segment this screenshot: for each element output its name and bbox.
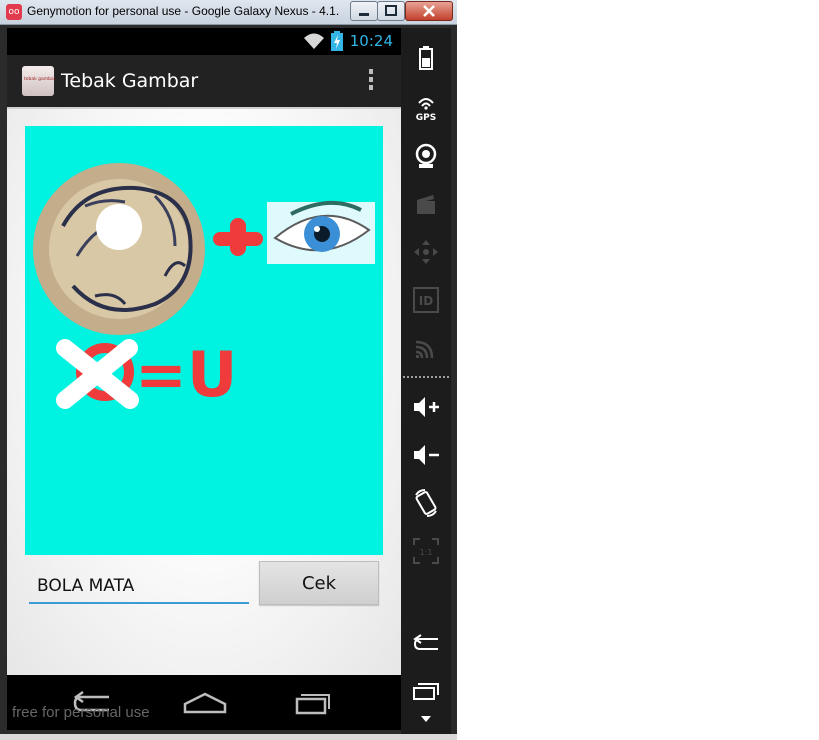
close-button[interactable] [405, 1, 453, 21]
volume-up-icon [414, 397, 439, 417]
minimize-button[interactable] [350, 1, 378, 21]
nav-bar [7, 675, 401, 730]
device-id-widget-button: ID [401, 282, 451, 318]
volume-up-button[interactable] [401, 389, 451, 425]
recent-apps-icon[interactable] [293, 689, 333, 717]
home-icon[interactable] [183, 690, 227, 716]
crossed-o-icon [56, 339, 139, 409]
battery-charging-icon [331, 31, 343, 51]
side-menu-button[interactable] [401, 704, 451, 734]
rotate-button[interactable] [401, 485, 451, 521]
plus-icon [213, 218, 263, 256]
capture-widget-button [401, 186, 451, 222]
side-back-button[interactable] [401, 625, 451, 661]
webcam-icon [415, 143, 437, 168]
dpad-widget-button [401, 234, 451, 270]
battery-icon [419, 46, 433, 70]
svg-text:ID: ID [419, 294, 433, 308]
svg-text:1:1: 1:1 [420, 548, 433, 557]
recent-apps-icon [413, 683, 439, 700]
maximize-button[interactable] [377, 1, 405, 21]
window-bottom-edge [0, 734, 457, 740]
action-bar: tebak gambar Tebak Gambar [7, 55, 401, 109]
panel-separator [403, 376, 449, 378]
battery-widget-button[interactable] [401, 40, 451, 76]
wifi-icon [304, 33, 324, 49]
cast-widget-button [401, 330, 451, 366]
overflow-menu-icon[interactable] [365, 69, 377, 95]
back-icon [413, 634, 438, 650]
maximize-icon [385, 5, 397, 16]
volume-down-icon [414, 445, 439, 465]
donut-cake-icon [33, 163, 205, 335]
close-icon [423, 5, 435, 17]
pixel-scale-icon: 1:1 [413, 538, 439, 564]
app-title: Tebak Gambar [61, 70, 199, 92]
app-logo-text: tebak gambar [24, 77, 56, 82]
svg-text:GPS: GPS [416, 113, 436, 121]
pixel-scale-button: 1:1 [401, 533, 451, 569]
status-clock: 10:24 [349, 32, 393, 50]
webcam-widget-button[interactable] [401, 138, 451, 174]
gps-widget-button[interactable]: GPS [401, 90, 451, 126]
window-titlebar[interactable]: oo Genymotion for personal use - Google … [0, 0, 457, 25]
cek-button[interactable]: Cek [259, 561, 379, 605]
clapper-icon [417, 195, 435, 214]
cast-icon [415, 340, 434, 359]
status-bar: 10:24 [7, 28, 401, 55]
app-logo[interactable]: tebak gambar [22, 66, 56, 96]
genymotion-side-panel: GPS ID 1:1 [401, 28, 451, 734]
puzzle-rule-text: =U [135, 338, 237, 411]
volume-down-button[interactable] [401, 437, 451, 473]
id-icon: ID [413, 287, 439, 313]
genymotion-logo-icon: oo [6, 4, 22, 20]
dpad-icon [414, 240, 438, 264]
puzzle-image: =U [25, 126, 383, 555]
gps-icon: GPS [416, 98, 436, 121]
window-title: Genymotion for personal use - Google Gal… [27, 4, 340, 18]
minimize-icon [359, 13, 369, 16]
answer-input[interactable] [29, 570, 249, 604]
rotate-icon [415, 489, 437, 517]
eye-icon [267, 200, 375, 264]
menu-down-icon [421, 716, 431, 722]
personal-use-watermark: free for personal use [12, 704, 150, 721]
